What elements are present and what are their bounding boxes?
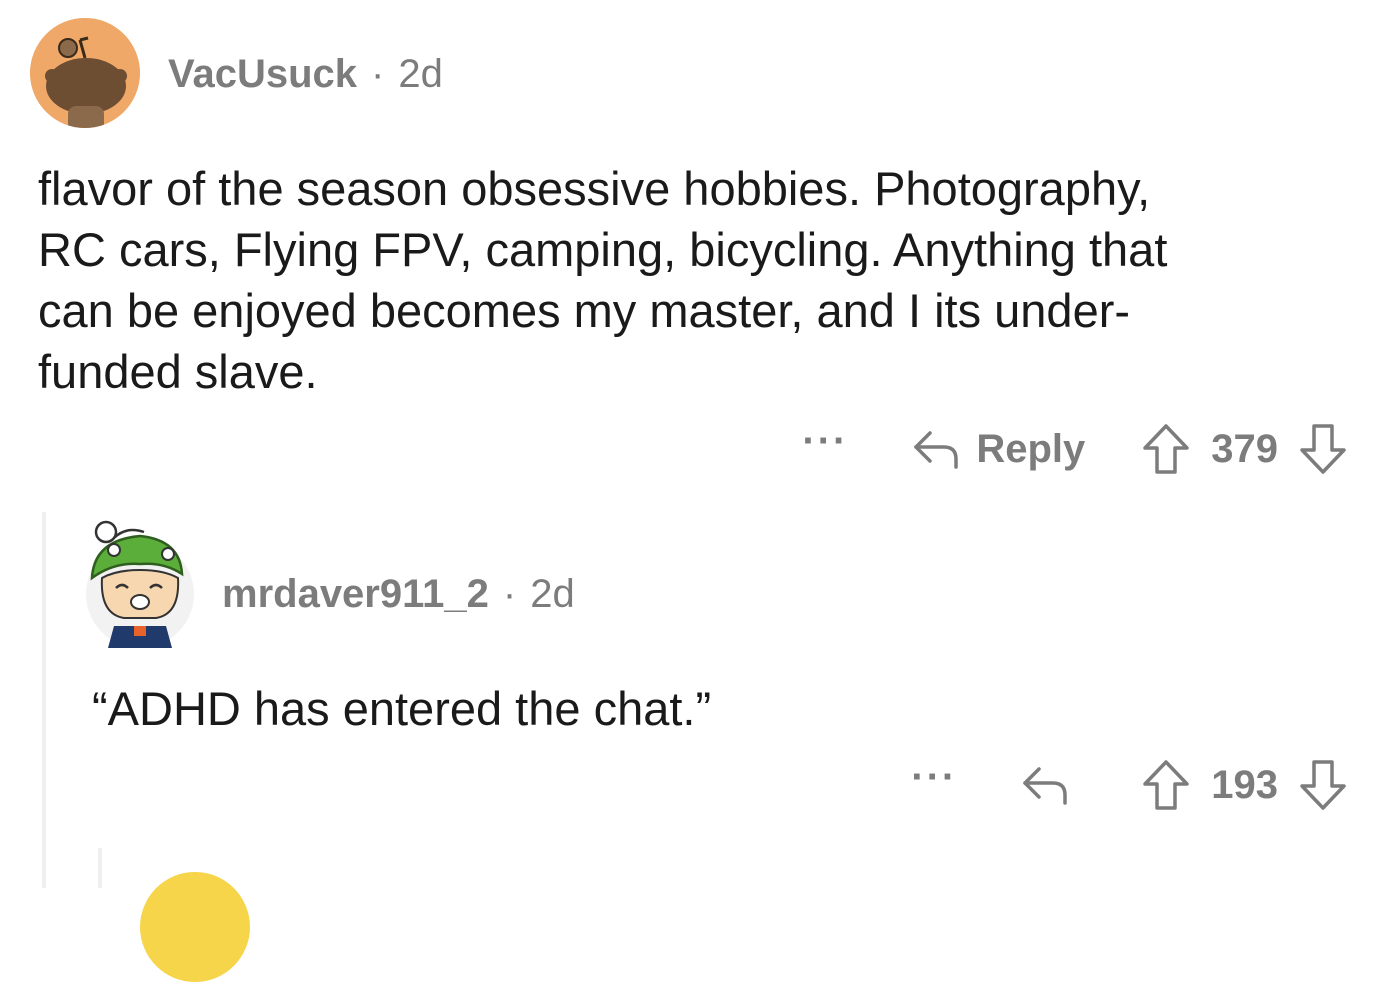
comment-body-line: RC cars, Flying FPV, camping, bicycling.… bbox=[38, 223, 1168, 276]
comment-body-line: flavor of the season obsessive hobbies. … bbox=[38, 162, 1151, 215]
reply-button[interactable] bbox=[1019, 763, 1085, 807]
reply-button[interactable]: Reply bbox=[910, 427, 1085, 472]
avatar-mrdaver911-2[interactable] bbox=[84, 518, 196, 648]
meta-separator: · bbox=[502, 572, 517, 616]
comment-body-line: funded slave. bbox=[38, 345, 318, 398]
avatar-vacusuck[interactable] bbox=[30, 18, 140, 128]
meta-separator: · bbox=[371, 52, 385, 96]
comment-body: “ADHD has entered the chat.” bbox=[92, 678, 711, 739]
avatar-next-comment[interactable] bbox=[140, 872, 250, 982]
upvote-arrow-icon[interactable] bbox=[1141, 422, 1191, 476]
reply-arrow-icon bbox=[1023, 767, 1067, 805]
comment-age[interactable]: 2d bbox=[398, 52, 443, 97]
downvote-arrow-icon[interactable] bbox=[1298, 758, 1348, 812]
comment-body-line: “ADHD has entered the chat.” bbox=[92, 682, 712, 735]
thread-line-level-1[interactable] bbox=[42, 512, 46, 888]
reply-arrow-icon bbox=[914, 431, 959, 469]
username[interactable]: VacUsuck bbox=[168, 52, 357, 97]
comment-meta: mrdaver911_2 · 2d bbox=[222, 572, 575, 617]
comment-meta: VacUsuck · 2d bbox=[168, 52, 443, 97]
snoo-avatar-icon bbox=[30, 18, 140, 128]
reply-label: Reply bbox=[976, 426, 1086, 471]
vote-count: 193 bbox=[1211, 762, 1278, 807]
downvote-arrow-icon[interactable] bbox=[1298, 422, 1348, 476]
more-options-button[interactable]: ··· bbox=[802, 419, 848, 464]
comment-actions: ··· 193 bbox=[911, 755, 1348, 812]
comment-body-line: can be enjoyed becomes my master, and I … bbox=[38, 284, 1131, 337]
comment-age[interactable]: 2d bbox=[530, 572, 575, 617]
frog-hat-avatar-icon bbox=[86, 520, 194, 648]
thread-line-level-2[interactable] bbox=[98, 848, 102, 888]
comment-actions: ··· Reply 379 bbox=[802, 419, 1348, 476]
vote-count: 379 bbox=[1211, 426, 1278, 471]
comment-body: flavor of the season obsessive hobbies. … bbox=[38, 158, 1167, 402]
more-options-button[interactable]: ··· bbox=[911, 755, 957, 800]
username[interactable]: mrdaver911_2 bbox=[222, 572, 489, 617]
upvote-arrow-icon[interactable] bbox=[1141, 758, 1191, 812]
